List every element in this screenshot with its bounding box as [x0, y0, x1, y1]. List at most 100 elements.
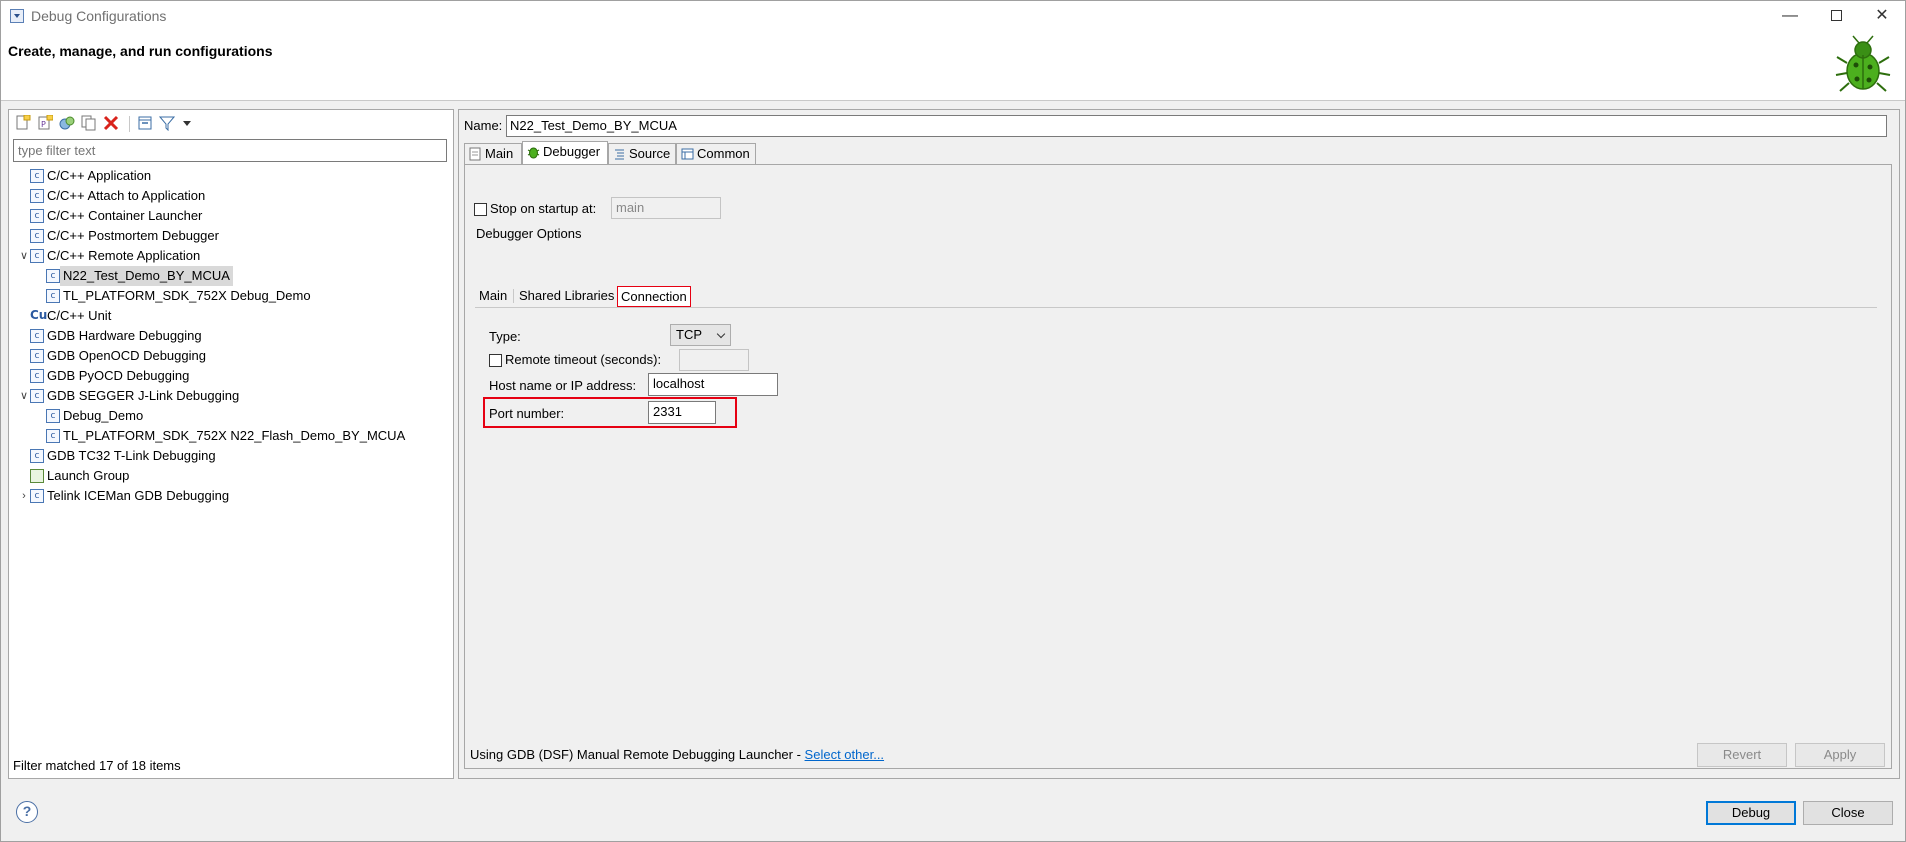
tree-item-label: C/C++ Attach to Application	[47, 188, 206, 203]
remote-timeout-label: Remote timeout (seconds):	[505, 352, 662, 367]
tree-category[interactable]: c GDB TC32 T-Link Debugging	[15, 446, 445, 466]
tree-category[interactable]: c C/C++ Application	[15, 166, 445, 186]
tree-item[interactable]: c Debug_Demo	[15, 406, 445, 426]
filter-input[interactable]	[13, 139, 447, 162]
debug-button[interactable]: Debug	[1706, 801, 1796, 825]
c-config-icon: c	[30, 209, 44, 223]
select-other-link[interactable]: Select other...	[805, 747, 885, 762]
tree-item-label: C/C++ Container Launcher	[47, 208, 203, 223]
tree-item-label: Debug_Demo	[63, 408, 144, 423]
minimize-button[interactable]: —	[1767, 1, 1813, 31]
configuration-editor: Name: N22_Test_Demo_BY_MCUA Main Debugge…	[458, 109, 1900, 779]
name-input[interactable]: N22_Test_Demo_BY_MCUA	[506, 115, 1887, 137]
tree-item-label: Launch Group	[47, 468, 130, 483]
debug-configurations-window: Debug Configurations — ✕ Create, manage,…	[0, 0, 1906, 842]
stop-on-startup-label: Stop on startup at:	[490, 201, 597, 216]
launch-group-icon	[30, 469, 44, 483]
tree-category[interactable]: ∨ c C/C++ Remote Application	[15, 246, 445, 266]
chevron-down-icon	[716, 329, 726, 339]
tree-category[interactable]: c C/C++ Postmortem Debugger	[15, 226, 445, 246]
tab-debugger-label: Debugger	[543, 144, 601, 159]
c-config-icon: c	[46, 429, 60, 443]
subtab-separator	[513, 289, 514, 303]
port-input[interactable]: 2331	[648, 401, 716, 424]
c-config-icon: c	[30, 169, 44, 183]
unit-test-icon: Cu	[30, 308, 48, 322]
host-input[interactable]: localhost	[648, 373, 778, 396]
tree-category[interactable]: c C/C++ Container Launcher	[15, 206, 445, 226]
c-config-icon: c	[46, 269, 60, 283]
stop-on-startup-checkbox[interactable]	[474, 203, 487, 216]
expand-toggle-icon[interactable]: ∨	[17, 246, 31, 266]
c-config-icon: c	[30, 189, 44, 203]
tree-item-label: C/C++ Remote Application	[47, 248, 201, 263]
type-select-value: TCP	[676, 327, 702, 342]
tree-category[interactable]: Launch Group	[15, 466, 445, 486]
duplicate-configuration-icon[interactable]	[81, 115, 97, 131]
debugger-options-label: Debugger Options	[476, 226, 582, 241]
subtab-main[interactable]: Main	[479, 286, 507, 307]
tab-main-label: Main	[485, 146, 514, 161]
tree-item-label: GDB SEGGER J-Link Debugging	[47, 388, 240, 403]
delete-configuration-icon[interactable]	[103, 115, 119, 131]
tree-category[interactable]: › c Telink ICEMan GDB Debugging	[15, 486, 445, 506]
c-config-icon: c	[30, 349, 44, 363]
maximize-icon	[1830, 10, 1842, 22]
tree-category[interactable]: c GDB OpenOCD Debugging	[15, 346, 445, 366]
new-prototype-icon[interactable]: P	[37, 115, 53, 131]
tab-source[interactable]: Source	[608, 143, 676, 165]
tree-item[interactable]: c TL_PLATFORM_SDK_752X Debug_Demo	[15, 286, 445, 306]
filter-status: Filter matched 17 of 18 items	[13, 758, 181, 773]
apply-button[interactable]: Apply	[1795, 743, 1885, 767]
window-menu-icon[interactable]	[10, 9, 24, 23]
c-config-icon: c	[30, 249, 44, 263]
debugger-tab-content: Stop on startup at: main Debugger Option…	[464, 164, 1892, 769]
tab-main[interactable]: Main	[464, 143, 522, 165]
tree-item-label: TL_PLATFORM_SDK_752X N22_Flash_Demo_BY_M…	[63, 428, 406, 443]
maximize-button[interactable]	[1813, 1, 1859, 31]
close-window-button[interactable]: ✕	[1859, 1, 1905, 31]
stop-on-startup-field: main	[611, 197, 721, 219]
tab-common-label: Common	[697, 146, 750, 161]
tree-item[interactable]: c N22_Test_Demo_BY_MCUA	[15, 266, 445, 286]
subtabs-divider	[475, 307, 1877, 308]
tab-debugger[interactable]: Debugger	[522, 141, 608, 165]
subtab-connection[interactable]: Connection	[617, 286, 691, 307]
view-menu-icon[interactable]	[179, 115, 195, 131]
expand-toggle-icon[interactable]: ›	[17, 486, 31, 506]
host-label: Host name or IP address:	[489, 378, 637, 393]
c-config-icon: c	[30, 449, 44, 463]
tree-category[interactable]: c GDB PyOCD Debugging	[15, 366, 445, 386]
subtab-shared-libraries[interactable]: Shared Libraries	[519, 286, 614, 307]
type-select[interactable]: TCP	[670, 324, 731, 346]
toolbar-separator	[129, 116, 130, 132]
tree-item-label: GDB Hardware Debugging	[47, 328, 202, 343]
tree-item-label: Telink ICEMan GDB Debugging	[47, 488, 230, 503]
c-config-icon: c	[30, 389, 44, 403]
close-button[interactable]: Close	[1803, 801, 1893, 825]
type-label: Type:	[489, 329, 521, 344]
tree-category[interactable]: ∨ c GDB SEGGER J-Link Debugging	[15, 386, 445, 406]
tree-item[interactable]: c TL_PLATFORM_SDK_752X N22_Flash_Demo_BY_…	[15, 426, 445, 446]
tab-source-label: Source	[629, 146, 671, 161]
collapse-all-icon[interactable]	[137, 115, 153, 131]
window-title: Debug Configurations	[31, 8, 167, 24]
svg-text:P: P	[41, 120, 46, 129]
configurations-panel: P cC/C++ ApplicationcC/C++ Attach to App…	[8, 109, 454, 779]
tree-category[interactable]: c GDB Hardware Debugging	[15, 326, 445, 346]
dialog-header: Create, manage, and run configurations	[1, 31, 1905, 101]
launcher-text: Using GDB (DSF) Manual Remote Debugging …	[470, 747, 805, 762]
remote-timeout-checkbox[interactable]	[489, 354, 502, 367]
title-bar: Debug Configurations — ✕	[1, 1, 1905, 31]
tree-item-label: C/C++ Unit	[47, 308, 112, 323]
help-icon[interactable]: ?	[16, 801, 38, 823]
tree-category[interactable]: c C/C++ Attach to Application	[15, 186, 445, 206]
tab-common[interactable]: Common	[676, 143, 756, 165]
expand-toggle-icon[interactable]: ∨	[17, 386, 31, 406]
revert-button[interactable]: Revert	[1697, 743, 1787, 767]
port-label: Port number:	[489, 406, 565, 421]
export-configuration-icon[interactable]	[59, 115, 75, 131]
filter-icon[interactable]	[159, 115, 175, 131]
new-configuration-icon[interactable]	[15, 115, 31, 131]
tree-category[interactable]: Cu C/C++ Unit	[15, 306, 445, 326]
